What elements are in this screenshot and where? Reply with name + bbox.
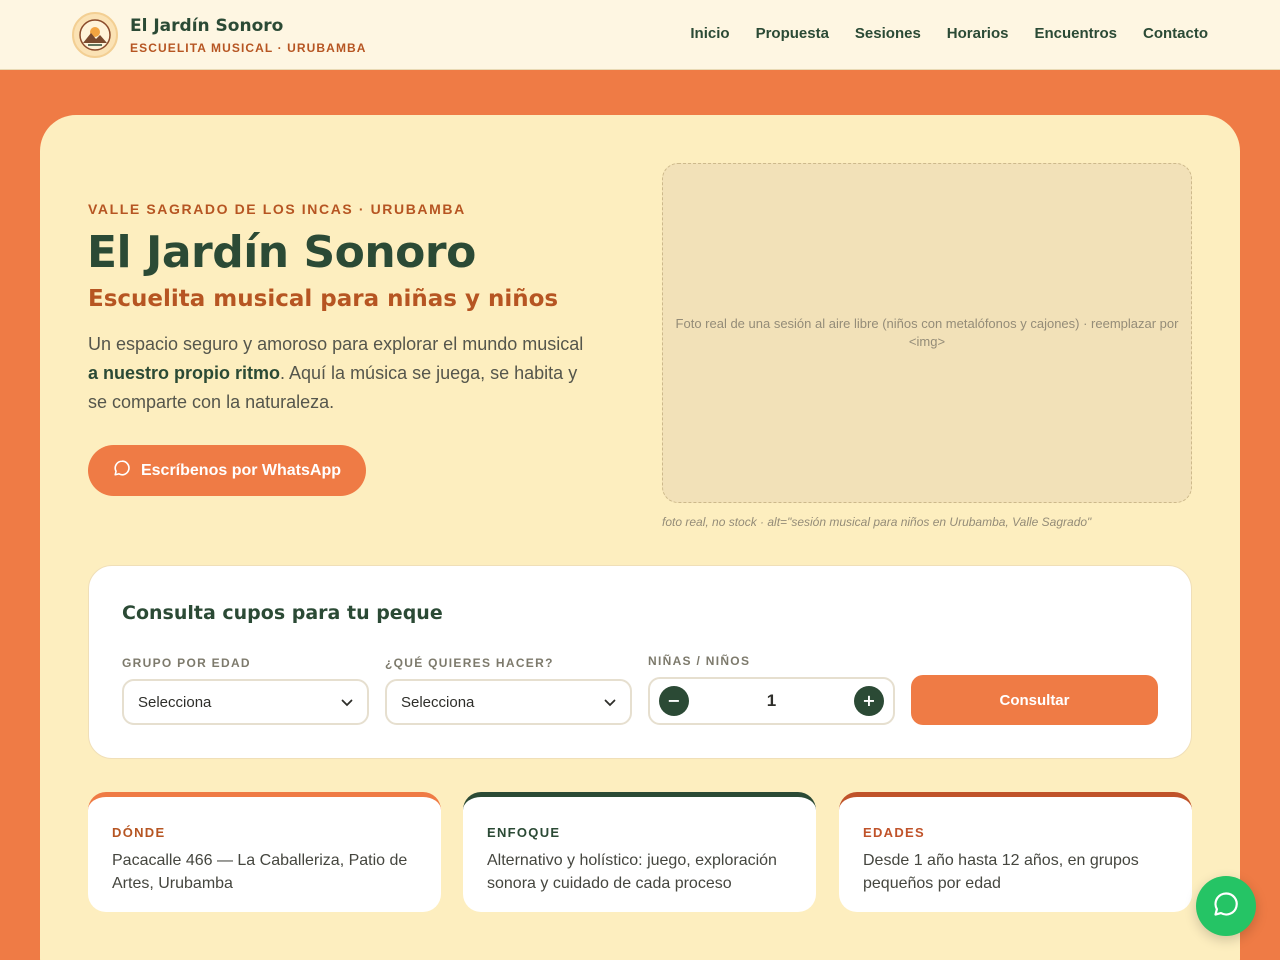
info-card-text: Pacacalle 466 — La Caballeriza, Patio de… [112, 852, 408, 892]
nav-contacto[interactable]: Contacto [1143, 24, 1208, 44]
sun-mountain-logo-icon [72, 12, 118, 58]
kids-count-value[interactable]: 1 [767, 691, 776, 711]
info-card-label: EDADES [863, 825, 925, 840]
photo-caption: foto real, no stock · alt="sesión musica… [662, 515, 1092, 529]
consult-button[interactable]: Consultar [911, 675, 1158, 725]
activity-label: ¿QUÉ QUIERES HACER? [385, 656, 554, 670]
info-card-edades: EDADES Desde 1 año hasta 12 años, en gru… [839, 792, 1192, 912]
age-group-label: GRUPO POR EDAD [122, 656, 251, 670]
activity-select[interactable]: Selecciona [385, 679, 632, 725]
whatsapp-button[interactable]: Escríbenos por WhatsApp [88, 445, 366, 496]
kids-count-label: NIÑAS / NIÑOS [648, 654, 751, 668]
hero-subtitle: Escuelita musical para niñas y niños [88, 286, 559, 312]
info-card-donde: DÓNDE Pacacalle 466 — La Caballeriza, Pa… [88, 792, 441, 912]
photo-placeholder-text: Foto real de una sesión al aire libre (n… [675, 316, 1179, 349]
increment-button[interactable]: + [854, 686, 884, 716]
site-header: El Jardín Sonoro ESCUELITA MUSICAL · URU… [0, 0, 1280, 70]
whatsapp-chat-fab[interactable] [1196, 876, 1256, 936]
brand[interactable]: El Jardín Sonoro ESCUELITA MUSICAL · URU… [72, 12, 367, 58]
booking-form: Consulta cupos para tu peque GRUPO POR E… [88, 565, 1192, 759]
whatsapp-chat-icon [1212, 890, 1240, 922]
booking-title: Consulta cupos para tu peque [122, 602, 443, 624]
info-card-text: Alternativo y holístico: juego, explorac… [487, 852, 777, 892]
brand-name: El Jardín Sonoro [130, 16, 284, 36]
chat-bubble-icon [113, 459, 131, 482]
nav-inicio[interactable]: Inicio [690, 24, 729, 44]
info-card-enfoque: ENFOQUE Alternativo y holístico: juego, … [463, 792, 816, 912]
hero-desc-bold: a nuestro propio ritmo [88, 363, 281, 383]
brand-subtitle: ESCUELITA MUSICAL · URUBAMBA [130, 41, 367, 55]
photo-placeholder: Foto real de una sesión al aire libre (n… [662, 163, 1192, 503]
decrement-button[interactable]: − [659, 686, 689, 716]
hero-description: Un espacio seguro y amoroso para explora… [88, 330, 588, 417]
hero-card: VALLE SAGRADO DE LOS INCAS · URUBAMBA El… [40, 115, 1240, 960]
age-group-value: Selecciona [138, 693, 212, 711]
chevron-down-icon [604, 694, 616, 711]
whatsapp-button-label: Escríbenos por WhatsApp [140, 461, 342, 479]
nav-propuesta[interactable]: Propuesta [756, 24, 829, 44]
hero-desc-part1: Un espacio seguro y amoroso para explora… [88, 334, 584, 354]
nav-encuentros[interactable]: Encuentros [1034, 24, 1117, 44]
info-card-label: ENFOQUE [487, 825, 561, 840]
activity-value: Selecciona [401, 693, 475, 711]
nav-sesiones[interactable]: Sesiones [855, 24, 921, 44]
age-group-select[interactable]: Selecciona [122, 679, 369, 725]
info-card-text: Desde 1 año hasta 12 años, en grupos peq… [863, 852, 1139, 892]
chevron-down-icon [341, 694, 353, 711]
hero-title: El Jardín Sonoro [87, 227, 476, 278]
main-nav: Inicio Propuesta Sesiones Horarios Encue… [690, 24, 1208, 44]
kids-count-stepper: − 1 + [648, 677, 895, 725]
hero-eyebrow: VALLE SAGRADO DE LOS INCAS · URUBAMBA [88, 201, 466, 217]
nav-horarios[interactable]: Horarios [947, 24, 1009, 44]
info-card-label: DÓNDE [112, 825, 166, 840]
